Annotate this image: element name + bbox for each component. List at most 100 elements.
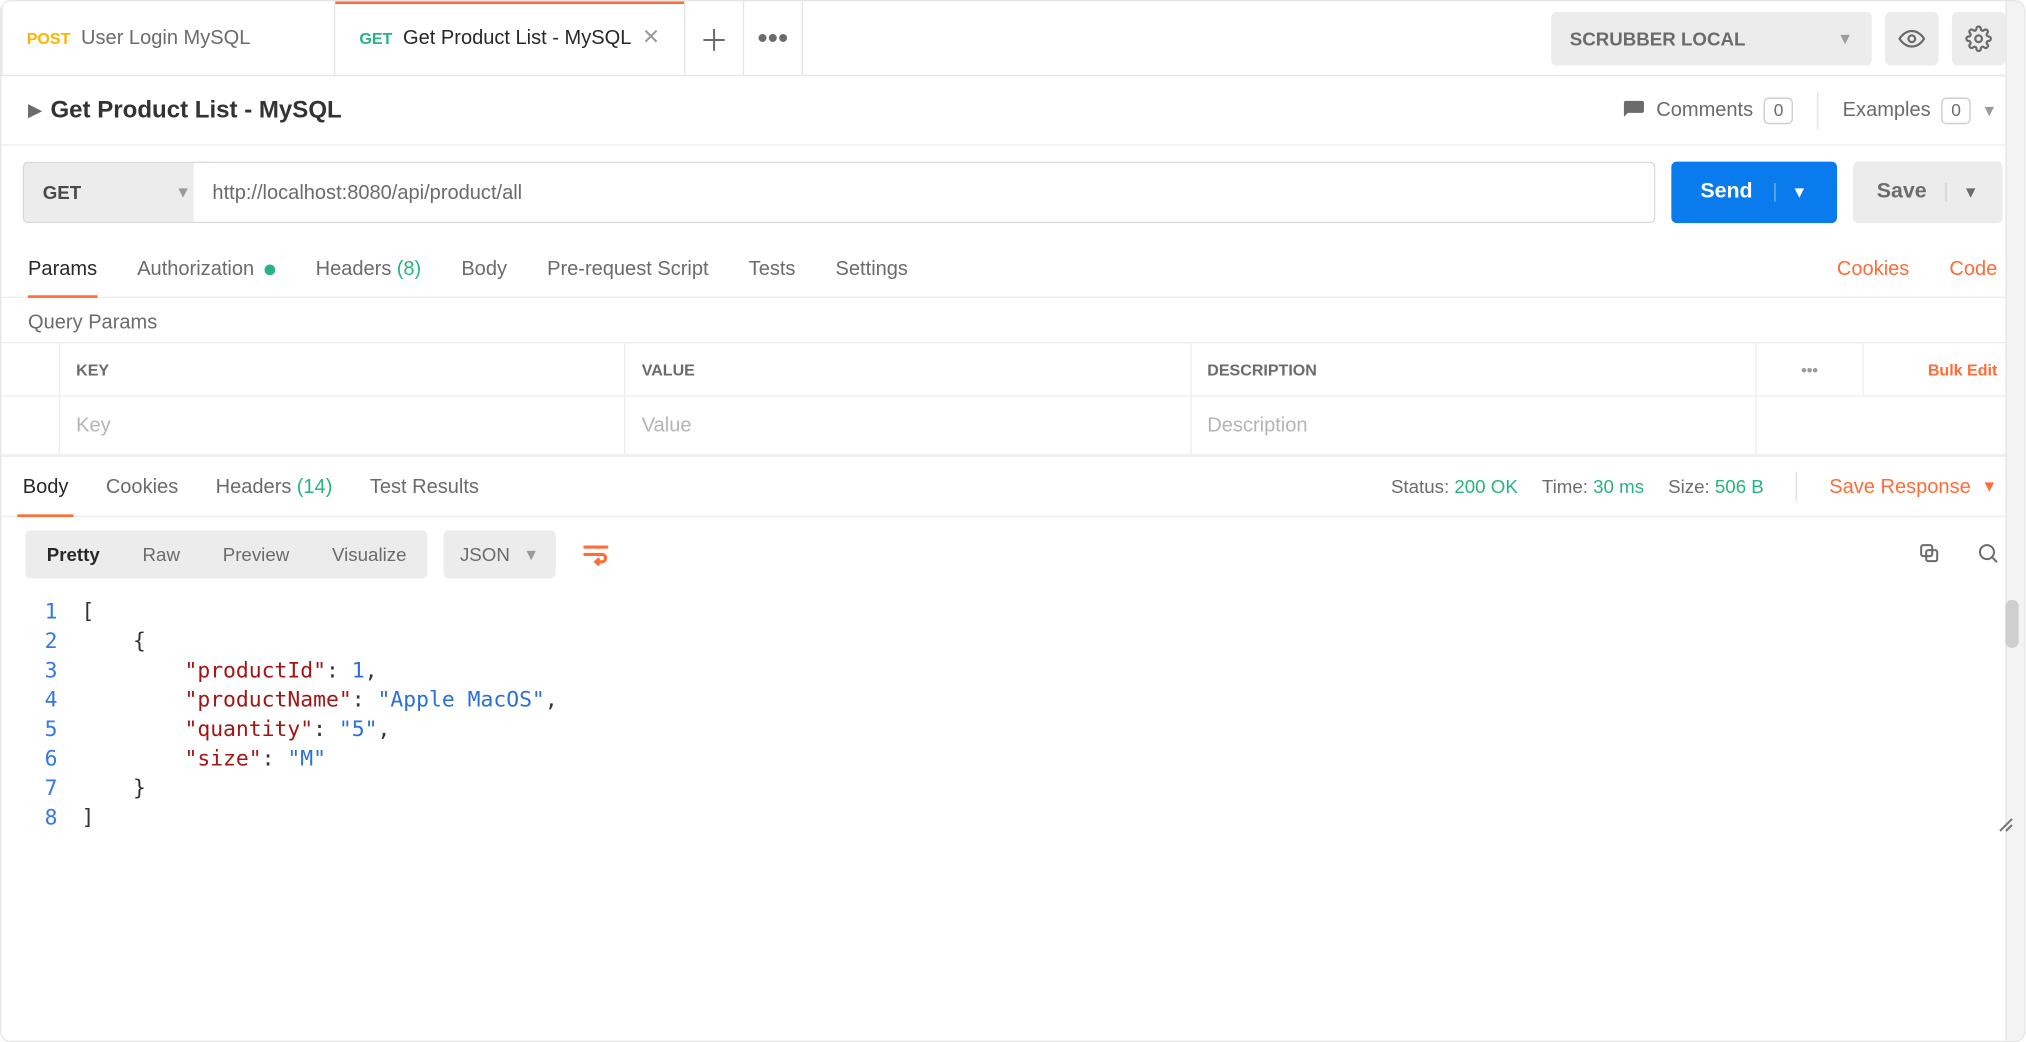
search-icon xyxy=(1976,540,2000,564)
code-token: , xyxy=(378,716,391,741)
code-token: "5" xyxy=(339,716,378,741)
time-label: Time: xyxy=(1542,476,1588,497)
code-link[interactable]: Code xyxy=(1949,258,1997,281)
tab-prerequest-script[interactable]: Pre-request Script xyxy=(547,242,709,297)
save-button[interactable]: Save ▼ xyxy=(1853,162,2003,223)
line-number: 5 xyxy=(1,715,81,744)
save-response-button[interactable]: Save Response ▼ xyxy=(1829,475,2008,498)
settings-button[interactable] xyxy=(1952,11,2005,64)
code-token: { xyxy=(133,628,146,653)
scrollbar-thumb[interactable] xyxy=(2005,600,2018,648)
tab-headers-label: Headers xyxy=(316,258,392,281)
response-tab-test-results[interactable]: Test Results xyxy=(364,457,484,516)
response-format-value: JSON xyxy=(460,544,510,565)
search-response-button[interactable] xyxy=(1976,540,2000,568)
code-token: , xyxy=(545,687,558,712)
tab-authorization[interactable]: Authorization xyxy=(137,242,275,297)
tab-overflow-button[interactable]: ••• xyxy=(744,1,803,74)
tab-title: Get Product List - MySQL xyxy=(403,27,631,50)
response-tab-cookies[interactable]: Cookies xyxy=(100,457,183,516)
line-number: 8 xyxy=(1,803,81,832)
save-response-label: Save Response xyxy=(1829,475,1970,498)
response-body[interactable]: 1 [ 2 { 3 "productId": 1, 4 "productName… xyxy=(1,592,2024,843)
request-url-input[interactable] xyxy=(194,162,1655,223)
code-indent xyxy=(81,657,184,682)
tab-settings[interactable]: Settings xyxy=(836,242,908,297)
chevron-down-icon: ▼ xyxy=(523,545,539,564)
divider xyxy=(1817,92,1818,129)
code-indent xyxy=(81,628,132,653)
tab-body[interactable]: Body xyxy=(461,242,507,297)
column-header-key: KEY xyxy=(60,343,626,395)
line-number: 3 xyxy=(1,656,81,685)
tab-params[interactable]: Params xyxy=(28,242,97,297)
column-header-value: VALUE xyxy=(626,343,1192,395)
chevron-down-icon: ▼ xyxy=(175,183,191,202)
row-handle[interactable] xyxy=(1,397,60,454)
resize-handle-icon[interactable] xyxy=(1992,811,2016,835)
auth-active-indicator-icon xyxy=(265,264,276,275)
line-number: 2 xyxy=(1,627,81,656)
bulk-edit-link[interactable]: Bulk Edit xyxy=(1864,343,2024,395)
copy-response-button[interactable] xyxy=(1917,540,1941,568)
view-visualize[interactable]: Visualize xyxy=(311,530,428,578)
examples-label: Examples xyxy=(1843,99,1931,122)
close-icon[interactable]: ✕ xyxy=(642,27,660,48)
response-tab-headers[interactable]: Headers (14) xyxy=(210,457,337,516)
code-token: : xyxy=(262,745,288,770)
cookies-link[interactable]: Cookies xyxy=(1837,258,1909,281)
tab-tests[interactable]: Tests xyxy=(749,242,796,297)
code-indent xyxy=(81,716,184,741)
code-token: "Apple MacOS" xyxy=(378,687,545,712)
qp-description-input[interactable] xyxy=(1207,414,1739,437)
response-headers-count: (14) xyxy=(297,475,333,498)
environment-quicklook-button[interactable] xyxy=(1885,11,1938,64)
examples-count: 0 xyxy=(1941,97,1970,124)
view-pretty[interactable]: Pretty xyxy=(25,530,121,578)
code-token: : xyxy=(313,716,339,741)
size-label: Size: xyxy=(1668,476,1710,497)
size-value: 506 B xyxy=(1715,476,1764,497)
http-method-select[interactable]: GET ▼ xyxy=(23,162,210,223)
response-tab-body[interactable]: Body xyxy=(17,457,73,516)
save-split-button[interactable]: ▼ xyxy=(1945,183,1978,202)
tab-title: User Login MySQL xyxy=(81,27,250,50)
tab-headers[interactable]: Headers (8) xyxy=(316,242,422,297)
column-header-description: DESCRIPTION xyxy=(1191,343,1757,395)
window-scrollbar[interactable] xyxy=(2005,1,2024,1040)
new-tab-button[interactable]: ＋ xyxy=(685,1,744,74)
view-preview[interactable]: Preview xyxy=(201,530,310,578)
query-params-row xyxy=(1,397,2024,456)
disclosure-triangle-icon[interactable]: ▶ xyxy=(28,99,42,122)
headers-count: (8) xyxy=(397,258,422,281)
code-token: "quantity" xyxy=(184,716,313,741)
http-method-value: GET xyxy=(43,182,81,203)
send-split-button[interactable]: ▼ xyxy=(1774,183,1807,202)
code-token: "M" xyxy=(287,745,326,770)
send-button[interactable]: Send ▼ xyxy=(1671,162,1837,223)
environment-select[interactable]: SCRUBBER LOCAL ▼ xyxy=(1551,11,1872,64)
examples-button[interactable]: Examples 0 ▼ xyxy=(1843,97,1998,124)
query-params-section-label: Query Params xyxy=(1,298,2024,342)
gear-icon xyxy=(1965,25,1992,52)
chevron-down-icon: ▼ xyxy=(1837,29,1853,48)
wrap-lines-toggle[interactable] xyxy=(571,530,619,578)
tab-user-login-mysql[interactable]: POST User Login MySQL xyxy=(1,1,335,74)
qp-key-input[interactable] xyxy=(76,414,608,437)
line-number: 6 xyxy=(1,744,81,773)
eye-icon xyxy=(1898,25,1925,52)
view-raw[interactable]: Raw xyxy=(121,530,201,578)
code-token: : xyxy=(352,687,378,712)
line-number: 4 xyxy=(1,685,81,714)
qp-value-input[interactable] xyxy=(642,414,1174,437)
column-options-button[interactable]: ••• xyxy=(1757,343,1864,395)
comments-button[interactable]: Comments 0 xyxy=(1622,97,1794,124)
comments-count: 0 xyxy=(1764,97,1793,124)
status-value: 200 OK xyxy=(1454,476,1517,497)
divider xyxy=(1796,472,1797,501)
query-params-table: KEY VALUE DESCRIPTION ••• Bulk Edit xyxy=(1,342,2024,456)
tab-get-product-list[interactable]: GET Get Product List - MySQL ✕ xyxy=(335,1,685,74)
wrap-icon xyxy=(581,540,610,569)
response-format-select[interactable]: JSON ▼ xyxy=(444,530,555,578)
code-token: , xyxy=(365,657,378,682)
